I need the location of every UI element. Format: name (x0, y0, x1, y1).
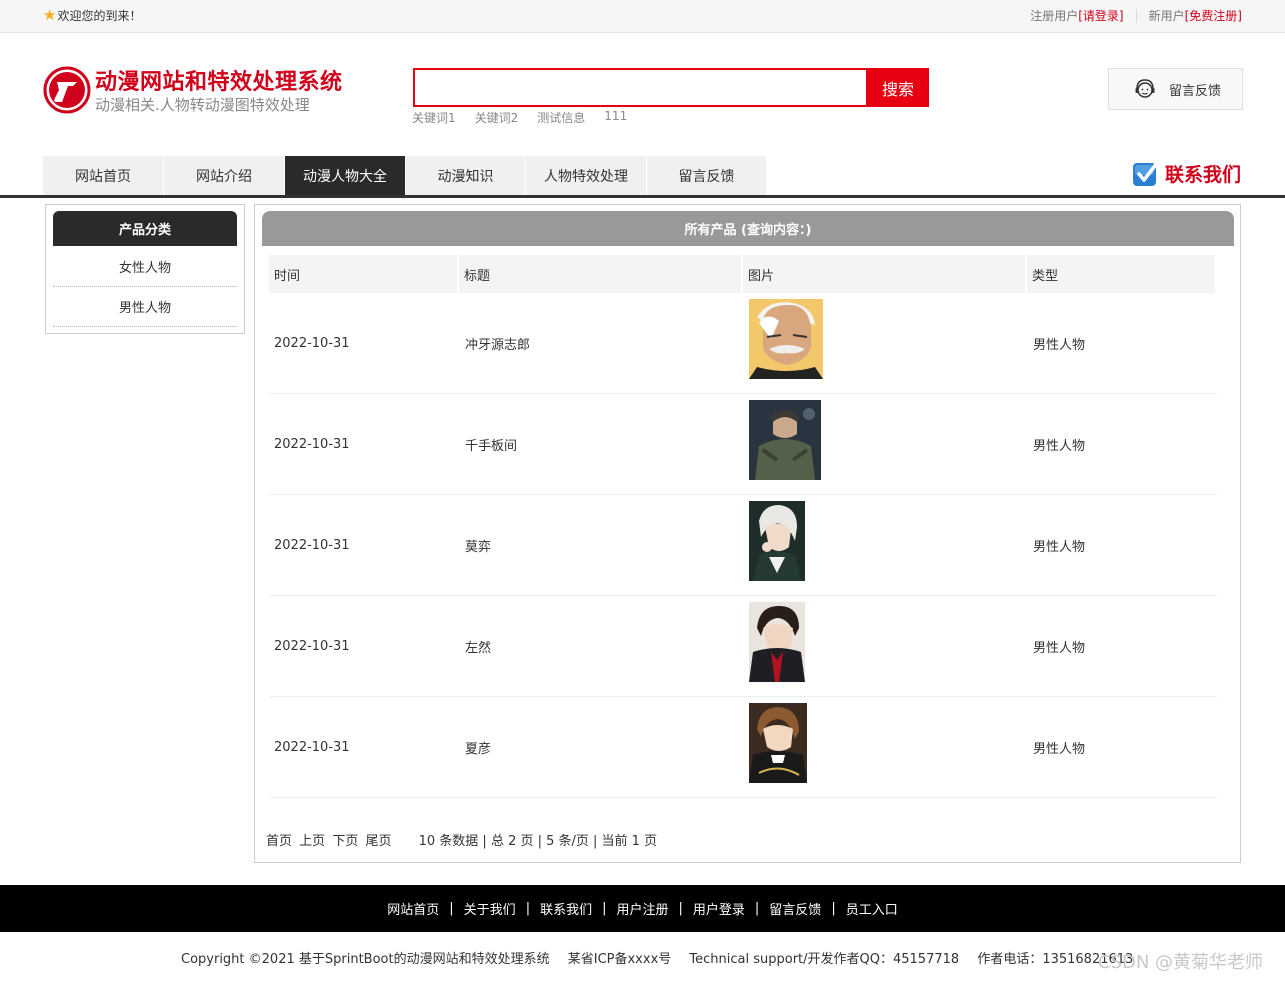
nav-item-about[interactable]: 网站介绍 (164, 156, 285, 196)
site-title[interactable]: 动漫网站和特效处理系统 (95, 64, 343, 96)
search-box (413, 68, 868, 107)
hot-keyword[interactable]: 关键词2 (475, 109, 519, 126)
character-thumbnail[interactable] (749, 501, 805, 581)
nav-item-knowledge[interactable]: 动漫知识 (406, 156, 526, 196)
divider (1135, 8, 1137, 23)
row-date: 2022-10-31 (274, 739, 350, 755)
column-header-image: 图片 (743, 255, 1025, 293)
row-type: 男性人物 (1033, 539, 1086, 555)
search-input[interactable] (415, 70, 866, 105)
column-header-type: 类型 (1027, 255, 1215, 293)
last-page-link[interactable]: 尾页 (365, 834, 391, 849)
user-links: 注册用户 [请登录] 新用户 [免费注册] (1030, 7, 1242, 24)
column-header-title: 标题 (459, 255, 741, 293)
footer-link-home[interactable]: 网站首页 (387, 899, 439, 918)
copyright-text: Copyright ©2021 基于SprintBoot的动漫网站和特效处理系统 (181, 952, 550, 967)
footer-link-login[interactable]: 用户登录 (693, 899, 745, 918)
character-thumbnail[interactable] (749, 602, 805, 682)
hot-keyword[interactable]: 111 (604, 109, 627, 126)
sidebar-title: 产品分类 (53, 211, 237, 246)
main-nav: 网站首页 网站介绍 动漫人物大全 动漫知识 人物特效处理 留言反馈 (43, 156, 767, 196)
login-link[interactable]: [请登录] (1078, 7, 1123, 24)
footer-link-register[interactable]: 用户注册 (616, 899, 668, 918)
star-icon: ★ (43, 6, 57, 24)
sidebar-item-male[interactable]: 男性人物 (53, 287, 237, 327)
row-date: 2022-10-31 (274, 638, 350, 654)
footer-link-about[interactable]: 关于我们 (464, 899, 516, 918)
row-type: 男性人物 (1033, 438, 1086, 454)
nav-divider (0, 195, 1285, 198)
character-thumbnail[interactable] (749, 400, 821, 480)
top-bar: ★ 欢迎您的到来！ 注册用户 [请登录] 新用户 [免费注册] (0, 0, 1285, 33)
footer-link-feedback[interactable]: 留言反馈 (769, 899, 821, 918)
row-date: 2022-10-31 (274, 436, 350, 452)
table-row: 2022-10-31 冲牙源志郎 男性人物 (269, 293, 1217, 394)
search-button[interactable]: 搜索 (867, 68, 929, 107)
row-title[interactable]: 夏彦 (465, 697, 491, 797)
table-row: 2022-10-31 左然 男性人物 (269, 596, 1217, 697)
watermark: CSDN @黄菊华老师 (1098, 952, 1264, 973)
pagination: 首页 上页 下页 尾页 10 条数据 | 总 2 页 | 5 条/页 | 当前 … (266, 830, 657, 849)
first-page-link[interactable]: 首页 (266, 834, 292, 849)
character-thumbnail[interactable] (749, 703, 807, 783)
prev-page-link[interactable]: 上页 (299, 834, 325, 849)
footer-link-contact[interactable]: 联系我们 (540, 899, 592, 918)
product-panel: 所有产品 (查询内容：) 时间 标题 图片 类型 2022-10-31 冲牙源志… (254, 204, 1241, 863)
headset-icon (1135, 79, 1155, 98)
category-sidebar: 产品分类 女性人物 男性人物 (45, 204, 245, 334)
copyright: Copyright ©2021 基于SprintBoot的动漫网站和特效处理系统… (181, 948, 1147, 967)
welcome-message: ★ 欢迎您的到来！ (43, 7, 141, 24)
row-title[interactable]: 左然 (465, 596, 491, 696)
row-date: 2022-10-31 (274, 537, 350, 553)
support-text: Technical support/开发作者QQ：45157718 (689, 952, 960, 967)
registered-user-label: 注册用户 (1030, 9, 1079, 23)
hot-keyword[interactable]: 测试信息 (537, 109, 585, 126)
site-subtitle: 动漫相关.人物转动漫图特效处理 (95, 96, 310, 114)
table-row: 2022-10-31 千手板间 男性人物 (269, 394, 1217, 495)
row-title[interactable]: 千手板间 (465, 394, 517, 494)
welcome-text: 欢迎您的到来！ (57, 9, 142, 23)
icp-text: 某省ICP备xxxx号 (567, 952, 672, 967)
contact-us-label: 联系我们 (1165, 164, 1242, 186)
new-user-label: 新用户 (1148, 9, 1185, 23)
row-type: 男性人物 (1033, 741, 1086, 757)
row-type: 男性人物 (1033, 337, 1086, 353)
panel-title: 所有产品 (查询内容：) (262, 211, 1234, 246)
pagination-info: 10 条数据 | 总 2 页 | 5 条/页 | 当前 1 页 (418, 834, 658, 849)
nav-item-feedback[interactable]: 留言反馈 (647, 156, 767, 196)
feedback-button-label: 留言反馈 (1169, 83, 1222, 99)
row-title[interactable]: 莫弈 (465, 495, 491, 595)
footer-link-staff[interactable]: 员工入口 (846, 899, 898, 918)
contact-us[interactable]: 联系我们 (1132, 160, 1241, 187)
nav-item-characters[interactable]: 动漫人物大全 (285, 156, 406, 196)
hot-keyword[interactable]: 关键词1 (412, 109, 456, 126)
table-row: 2022-10-31 夏彦 男性人物 (269, 697, 1217, 798)
nav-item-effects[interactable]: 人物特效处理 (526, 156, 647, 196)
row-type: 男性人物 (1033, 640, 1086, 656)
row-title[interactable]: 冲牙源志郎 (465, 293, 530, 393)
nav-item-home[interactable]: 网站首页 (43, 156, 164, 196)
character-thumbnail[interactable] (749, 299, 823, 379)
checkmark-icon (1133, 161, 1159, 186)
column-header-time: 时间 (269, 255, 457, 293)
register-link[interactable]: [免费注册] (1185, 7, 1242, 24)
next-page-link[interactable]: 下页 (332, 834, 358, 849)
site-logo-icon[interactable] (43, 66, 91, 114)
footer-nav: 网站首页 | 关于我们 | 联系我们 | 用户注册 | 用户登录 | 留言反馈 | 员工入口 (0, 885, 1285, 932)
table-row: 2022-10-31 莫弈 男性人物 (269, 495, 1217, 596)
sidebar-item-female[interactable]: 女性人物 (53, 247, 237, 287)
row-date: 2022-10-31 (274, 335, 350, 351)
table-header: 时间 标题 图片 类型 (269, 255, 1217, 293)
hot-keywords: 关键词1 关键词2 测试信息 111 (412, 109, 646, 126)
feedback-button[interactable]: 留言反馈 (1108, 68, 1243, 110)
